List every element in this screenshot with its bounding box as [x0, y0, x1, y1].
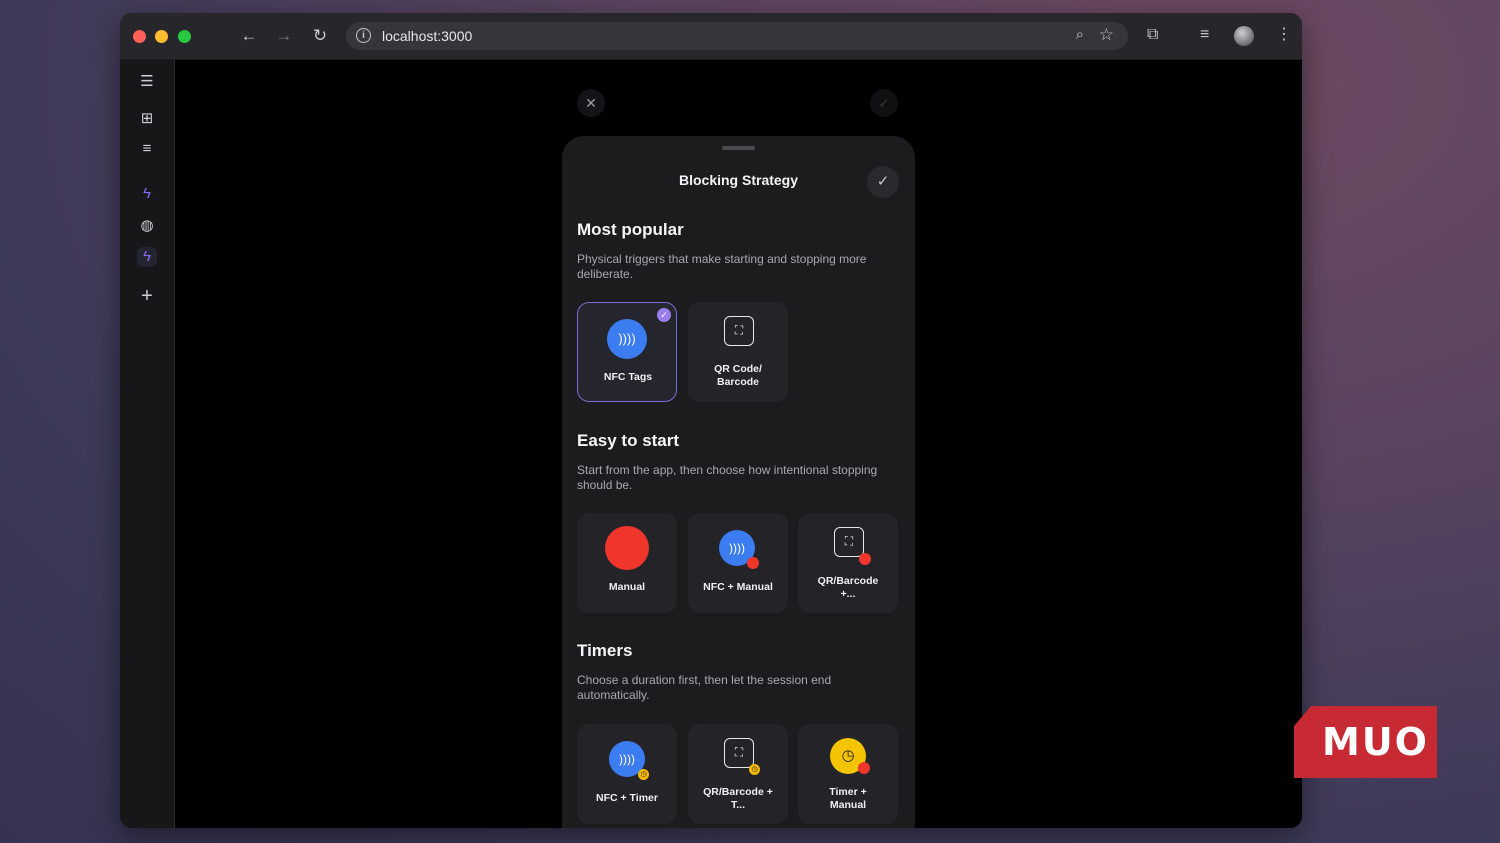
qr-scan-icon: ⛶ [724, 316, 754, 346]
globe-icon[interactable]: ◍ [137, 216, 157, 236]
blocking-strategy-sheet: Blocking Strategy ✓ Most popular Physica… [562, 136, 915, 828]
manual-badge-icon [859, 553, 871, 565]
card-label: QR Code/ [714, 363, 762, 375]
qr-scan-icon: ⛶ [834, 527, 864, 557]
strategy-card-qr-code[interactable]: ⛶ QR Code/ Barcode [688, 302, 788, 402]
section-desc-popular: Physical triggers that make starting and… [577, 252, 867, 281]
card-label: QR/Barcode + [703, 786, 773, 798]
section-title-timers: Timers [577, 641, 633, 660]
search-list-icon[interactable]: ≡ [137, 139, 157, 159]
selected-check-icon: ✓ [657, 308, 671, 322]
forward-icon[interactable]: → [274, 26, 294, 46]
sheet-handle[interactable] [722, 146, 755, 150]
strategy-card-timer-manual[interactable]: ◷ Timer + Manual [798, 724, 898, 824]
manual-stop-icon [605, 526, 649, 570]
media-icon[interactable]: ≡ [1200, 25, 1209, 45]
section-desc-timers: Choose a duration first, then let the se… [577, 673, 832, 702]
bolt-icon[interactable]: ϟ [137, 184, 157, 204]
card-label: Manual [829, 799, 867, 811]
bolt-icon[interactable]: ϟ [137, 247, 157, 267]
back-icon[interactable]: ← [239, 26, 259, 46]
strategy-card-manual[interactable]: Manual [577, 513, 677, 613]
card-label: Barcode [716, 376, 759, 388]
manual-badge-icon [858, 762, 870, 774]
card-label: QR/Barcode [817, 575, 879, 587]
strategy-card-nfc-manual[interactable]: )))) NFC + Manual [688, 513, 788, 613]
maximize-window-button[interactable] [178, 30, 191, 43]
card-label: NFC + Manual [703, 581, 773, 593]
card-label: Manual [608, 581, 646, 593]
extensions-icon[interactable]: ⧉ [1147, 25, 1158, 45]
star-icon[interactable]: ☆ [1099, 25, 1114, 45]
strategy-card-nfc-tags[interactable]: ✓ )))) NFC Tags [577, 302, 677, 402]
app-sidebar: ☰ ⊞ ≡ ϟ ◍ ϟ + [120, 59, 175, 828]
card-label: NFC + Timer [596, 792, 658, 804]
zoom-icon[interactable]: ⌕ [1076, 26, 1084, 43]
browser-window: ← → ↻ i localhost:3000 ⌕ ☆ ⧉ ≡ ⋮ ☰ ⊞ ≡ ϟ… [120, 13, 1302, 828]
check-icon[interactable]: ✓ [870, 89, 898, 117]
url-text: localhost:3000 [382, 28, 473, 44]
address-bar[interactable]: i localhost:3000 ⌕ ☆ [346, 22, 1128, 50]
card-label: Timer + [829, 786, 867, 798]
card-label: T... [730, 799, 745, 811]
section-title-popular: Most popular [577, 220, 684, 239]
nfc-icon: )))) [607, 319, 647, 359]
timer-badge-icon: ◷ [749, 764, 760, 775]
strategy-card-nfc-timer[interactable]: )))) ◷ NFC + Timer [577, 724, 677, 824]
confirm-button[interactable]: ✓ [867, 166, 899, 198]
section-desc-easy: Start from the app, then choose how inte… [577, 463, 878, 492]
close-window-button[interactable] [133, 30, 146, 43]
minimize-window-button[interactable] [155, 30, 168, 43]
profile-icon[interactable] [1234, 26, 1254, 46]
menu-icon[interactable]: ⋮ [1276, 25, 1292, 45]
info-icon[interactable]: i [356, 28, 371, 43]
sidebar-toggle-icon[interactable]: ☰ [137, 72, 157, 92]
close-icon[interactable]: ✕ [577, 89, 605, 117]
reload-icon[interactable]: ↻ [310, 26, 330, 46]
browser-toolbar: ← → ↻ i localhost:3000 ⌕ ☆ ⧉ ≡ ⋮ [120, 13, 1302, 60]
manual-badge-icon [747, 557, 759, 569]
section-title-easy: Easy to start [577, 431, 680, 450]
sheet-title: Blocking Strategy [678, 172, 799, 188]
check-icon: ✓ [876, 173, 890, 190]
watermark-text: MUO [1322, 720, 1429, 764]
card-label: +... [840, 588, 856, 600]
plus-icon[interactable]: + [137, 286, 157, 306]
grid-icon[interactable]: ⊞ [137, 109, 157, 129]
strategy-card-qr-timer[interactable]: ⛶ ◷ QR/Barcode + T... [688, 724, 788, 824]
card-label: NFC Tags [603, 371, 653, 383]
timer-badge-icon: ◷ [638, 769, 649, 780]
qr-scan-icon: ⛶ [724, 738, 754, 768]
muo-watermark-logo: MUO [1294, 706, 1437, 778]
strategy-card-qr-manual[interactable]: ⛶ QR/Barcode +... [798, 513, 898, 613]
